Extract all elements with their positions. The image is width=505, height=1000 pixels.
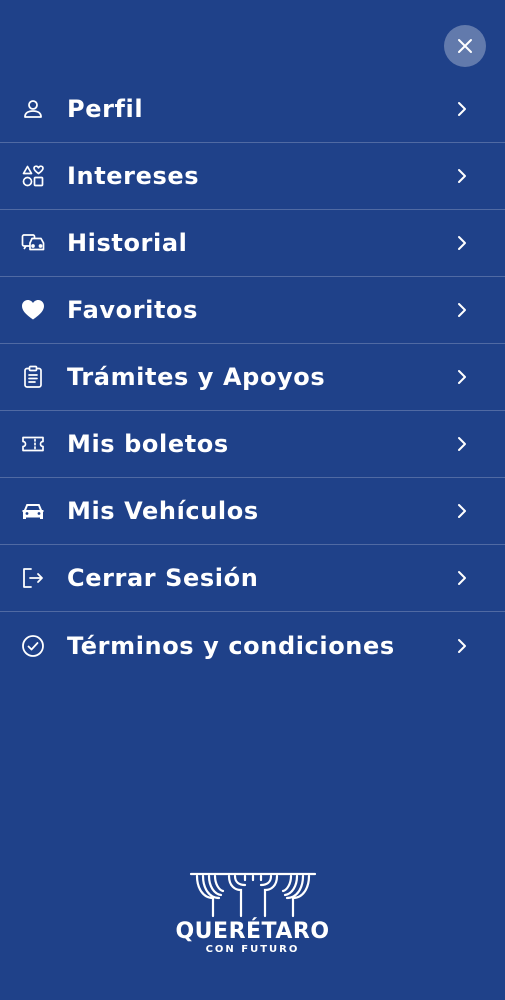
logo-title: QUERÉTARO [175, 919, 330, 944]
menu-item-label: Intereses [67, 162, 200, 190]
chevron-right-icon [455, 637, 469, 655]
close-button[interactable] [444, 25, 486, 67]
menu-item-label: Perfil [67, 95, 144, 123]
menu-item-label: Favoritos [67, 296, 199, 324]
menu-item-terminos[interactable]: Términos y condiciones [0, 612, 505, 679]
menu-item-historial[interactable]: Historial [0, 210, 505, 277]
chevron-right-icon [455, 167, 469, 185]
menu-item-label: Trámites y Apoyos [67, 363, 326, 391]
menu-item-favoritos[interactable]: Favoritos [0, 277, 505, 344]
menu-item-intereses[interactable]: Intereses [0, 143, 505, 210]
shapes-icon [20, 163, 46, 189]
chevron-right-icon [455, 234, 469, 252]
menu-item-label: Cerrar Sesión [67, 564, 259, 592]
menu-item-perfil[interactable]: Perfil [0, 76, 505, 143]
menu-item-label: Mis boletos [67, 430, 229, 458]
menu-item-cerrar-sesion[interactable]: Cerrar Sesión [0, 545, 505, 612]
menu-item-tramites[interactable]: Trámites y Apoyos [0, 344, 505, 411]
chevron-right-icon [455, 569, 469, 587]
vehicles-icon [20, 230, 46, 256]
car-icon [20, 498, 46, 524]
clipboard-icon [20, 364, 46, 390]
menu-list: Perfil Intereses Historial Favoritos Trá… [0, 76, 505, 679]
menu-item-vehiculos[interactable]: Mis Vehículos [0, 478, 505, 545]
arches-logo-icon [189, 872, 316, 918]
chevron-right-icon [455, 301, 469, 319]
user-icon [20, 96, 46, 122]
check-circle-icon [20, 633, 46, 659]
menu-item-label: Términos y condiciones [67, 631, 395, 660]
logout-icon [20, 565, 46, 591]
chevron-right-icon [455, 368, 469, 386]
close-icon [458, 39, 472, 53]
menu-item-label: Historial [67, 229, 188, 257]
menu-item-label: Mis Vehículos [67, 497, 259, 525]
menu-item-boletos[interactable]: Mis boletos [0, 411, 505, 478]
chevron-right-icon [455, 502, 469, 520]
heart-icon [20, 297, 46, 323]
queretaro-logo: QUERÉTARO CON FUTURO [170, 868, 335, 963]
logo-subtitle: CON FUTURO [205, 944, 300, 955]
chevron-right-icon [455, 435, 469, 453]
chevron-right-icon [455, 100, 469, 118]
side-menu-screen: Perfil Intereses Historial Favoritos Trá… [0, 0, 505, 1000]
ticket-icon [20, 431, 46, 457]
